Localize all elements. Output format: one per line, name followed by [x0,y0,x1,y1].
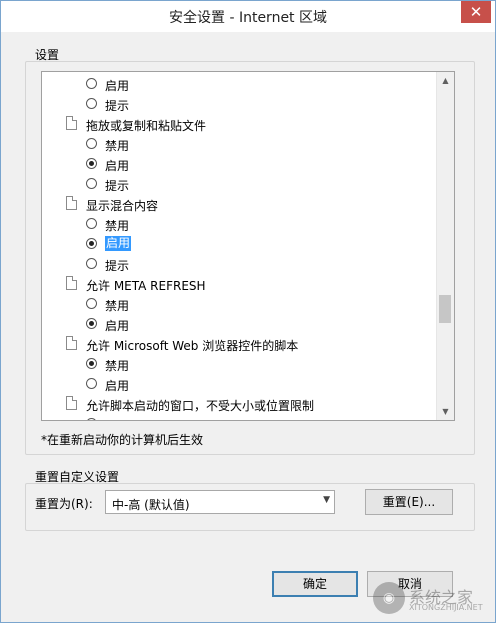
watermark: ◉ 系统之家 XITONGZHIJIA.NET [373,578,491,618]
scroll-down-arrow-icon[interactable]: ▼ [437,403,454,420]
setting-option[interactable]: 启用 [42,74,434,94]
watermark-subtext: XITONGZHIJIA.NET [409,603,483,612]
setting-category: 拖放或复制和粘贴文件 [42,114,434,134]
option-label: 禁用 [105,299,130,313]
window-title: 安全设置 - Internet 区域 [169,10,327,26]
setting-option[interactable]: 禁用 [42,414,434,420]
setting-option[interactable]: 禁用 [42,354,434,374]
option-label: 启用 [105,236,132,251]
setting-category: 允许 Microsoft Web 浏览器控件的脚本 [42,334,434,354]
page-icon [66,336,77,350]
page-icon [66,396,77,410]
option-label: 启用 [105,79,130,93]
setting-option[interactable]: 启用 [42,314,434,334]
option-label: 禁用 [105,359,130,373]
settings-scrollbar[interactable]: ▲ ▼ [436,72,454,420]
watermark-logo-icon: ◉ [373,582,405,614]
page-icon [66,276,77,290]
setting-option[interactable]: 提示 [42,174,434,194]
option-label: 禁用 [105,219,130,233]
setting-option[interactable]: 禁用 [42,294,434,314]
chevron-down-icon: ▼ [323,495,330,505]
radio-button[interactable] [86,218,97,229]
radio-button[interactable] [86,358,97,369]
settings-list[interactable]: 启用 提示 拖放或复制和粘贴文件 禁用 启用 提示 显示混合内容 禁用 启用 提示 允许 META … [41,71,455,421]
option-label: 启用 [105,159,130,173]
setting-option[interactable]: 提示 [42,94,434,114]
radio-button[interactable] [86,378,97,389]
security-settings-dialog: 安全设置 - Internet 区域 ✕ 设置 启用 提示 拖放或复制和粘贴文件 禁用… [0,0,496,623]
ok-button[interactable]: 确定 [272,571,358,597]
reset-to-label: 重置为(R): [35,497,93,511]
category-label: 允许 Microsoft Web 浏览器控件的脚本 [86,339,299,353]
radio-button[interactable] [86,238,97,249]
setting-option[interactable]: 启用 [42,234,434,254]
setting-category: 显示混合内容 [42,194,434,214]
option-label: 提示 [105,99,130,113]
page-icon [66,196,77,210]
setting-category: 允许 META REFRESH [42,274,434,294]
option-label: 禁用 [105,139,130,153]
close-button[interactable]: ✕ [461,1,491,23]
close-icon: ✕ [469,3,483,21]
scroll-up-arrow-icon[interactable]: ▲ [437,72,454,89]
radio-button[interactable] [86,98,97,109]
title-bar: 安全设置 - Internet 区域 ✕ [1,1,495,32]
radio-button[interactable] [86,178,97,189]
option-label: 禁用 [105,417,129,420]
security-level-value: 中-高 (默认值) [112,498,190,512]
radio-button[interactable] [86,298,97,309]
radio-button[interactable] [86,138,97,149]
setting-option[interactable]: 启用 [42,374,434,394]
radio-button[interactable] [86,318,97,329]
setting-option[interactable]: 禁用 [42,134,434,154]
scrollbar-thumb[interactable] [439,294,451,323]
category-label: 允许 META REFRESH [86,279,206,293]
page-icon [66,116,77,130]
category-label: 拖放或复制和粘贴文件 [86,119,207,133]
category-label: 显示混合内容 [86,199,159,213]
setting-option[interactable]: 启用 [42,154,434,174]
option-label: 提示 [105,179,130,193]
radio-button[interactable] [86,418,97,420]
security-level-select[interactable]: 中-高 (默认值) ▼ [105,490,335,514]
option-label: 启用 [105,319,130,333]
setting-option[interactable]: 禁用 [42,214,434,234]
radio-button[interactable] [86,258,97,269]
setting-option[interactable]: 提示 [42,254,434,274]
restart-note: *在重新启动你的计算机后生效 [41,433,204,447]
reset-button[interactable]: 重置(E)... [365,489,453,515]
category-label: 允许脚本启动的窗口，不受大小或位置限制 [86,399,315,413]
setting-category: 允许脚本启动的窗口，不受大小或位置限制 [42,394,434,414]
radio-button[interactable] [86,78,97,89]
option-label: 启用 [105,379,130,393]
option-label: 提示 [105,259,130,273]
radio-button[interactable] [86,158,97,169]
